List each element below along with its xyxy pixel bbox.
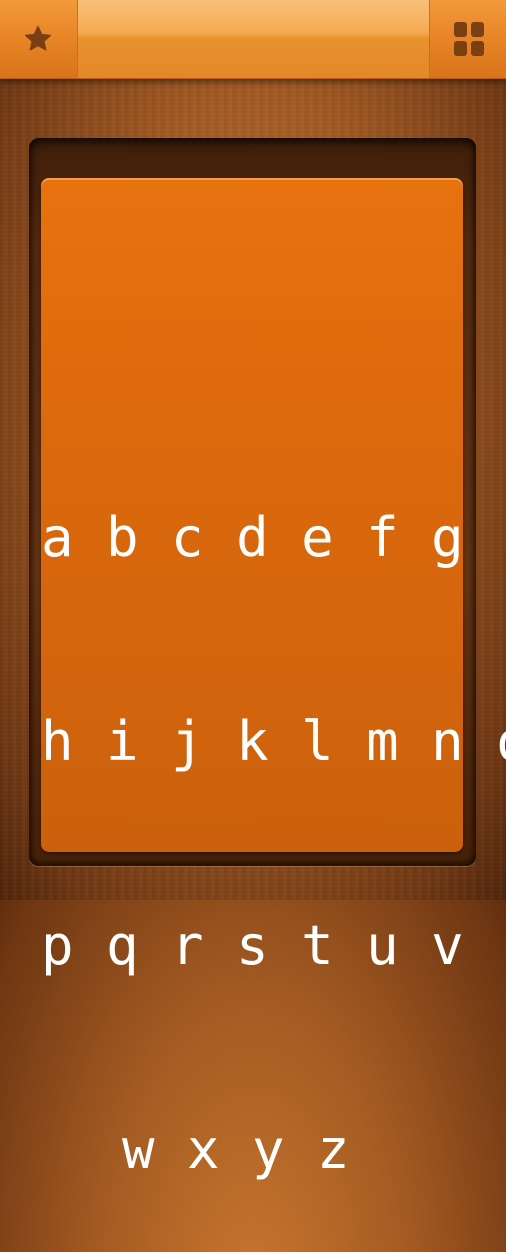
alphabet-text: a b c d e f g h i j k l m n o p q r s t … <box>41 368 506 1252</box>
alphabet-row-4: w x y z <box>121 1118 383 1181</box>
star-icon <box>25 26 51 51</box>
menu-grid-button[interactable] <box>431 0 506 78</box>
toolbar-title-panel <box>77 0 430 78</box>
alphabet-row-3: p q r s t u v <box>41 914 464 977</box>
top-toolbar <box>0 0 506 79</box>
grid-icon <box>453 22 484 56</box>
alphabet-row-1: a b c d e f g <box>41 506 464 569</box>
favorites-button[interactable] <box>0 0 76 78</box>
alphabet-row-2: h i j k l m n o <box>41 710 506 773</box>
